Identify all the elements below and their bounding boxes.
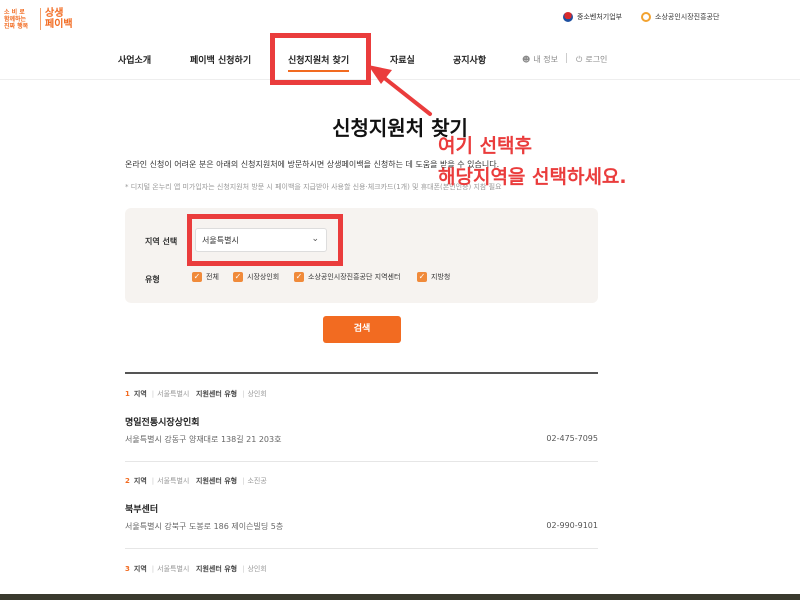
annotation-text-line2: 해당지역을 선택하세요. [438,166,627,188]
annotation-arrow-icon [368,65,432,116]
annotation-text-line1: 여기 선택후 [438,135,533,157]
